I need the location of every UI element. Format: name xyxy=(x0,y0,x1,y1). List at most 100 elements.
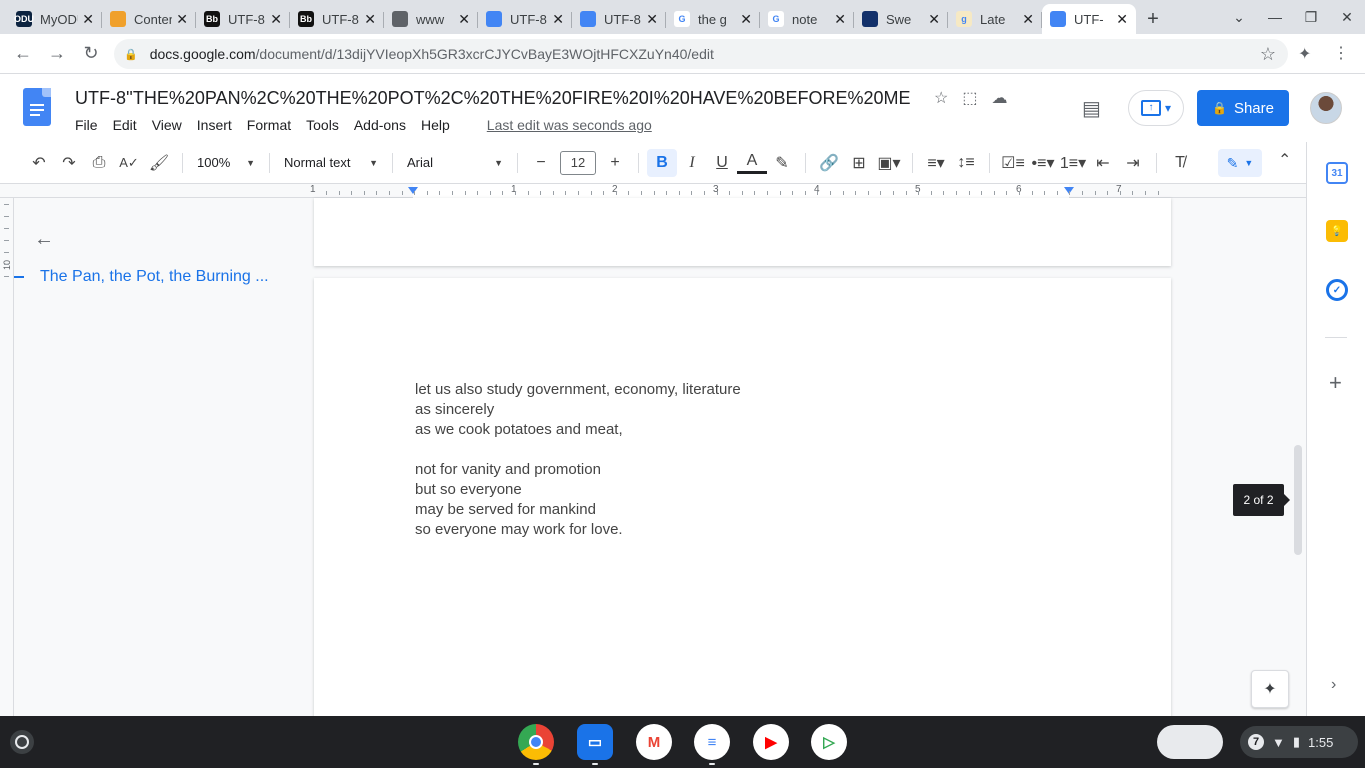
menu-format[interactable]: Format xyxy=(247,117,291,133)
new-tab-button[interactable]: + xyxy=(1136,4,1170,34)
tab-close-icon[interactable]: ✕ xyxy=(740,11,752,28)
outline-heading-item[interactable]: The Pan, the Pot, the Burning ... xyxy=(14,268,269,286)
avatar[interactable] xyxy=(1310,92,1342,124)
tab-close-icon[interactable]: ✕ xyxy=(458,11,470,28)
browser-tab[interactable]: Swe ✕ xyxy=(854,4,948,34)
zoom-select[interactable]: 100% ▼ xyxy=(191,149,261,177)
undo-icon[interactable]: ↶ xyxy=(24,149,54,177)
status-tray[interactable]: 7 ▼ ▮ 1:55 xyxy=(1240,726,1358,758)
horizontal-ruler[interactable]: 11234567 xyxy=(0,184,1306,198)
browser-tab[interactable]: Gthe g ✕ xyxy=(666,4,760,34)
tab-close-icon[interactable]: ✕ xyxy=(646,11,658,28)
launcher-icon[interactable] xyxy=(10,730,34,754)
left-indent-marker[interactable] xyxy=(408,187,418,194)
comment-history-icon[interactable]: ▤ xyxy=(1082,96,1101,121)
explore-button[interactable]: ✦ xyxy=(1251,670,1289,708)
menu-help[interactable]: Help xyxy=(421,117,450,133)
highlight-icon[interactable]: ✎ xyxy=(767,149,797,177)
bulleted-list-icon[interactable]: •≡▾ xyxy=(1028,149,1058,177)
underline-icon[interactable]: U xyxy=(707,149,737,177)
tab-close-icon[interactable]: ✕ xyxy=(552,11,564,28)
youtube-icon[interactable]: ▶ xyxy=(753,724,789,760)
spellcheck-icon[interactable]: A✓ xyxy=(114,149,144,177)
style-select[interactable]: Normal text ▼ xyxy=(278,149,384,177)
tab-close-icon[interactable]: ✕ xyxy=(270,11,282,28)
checklist-icon[interactable]: ☑≡ xyxy=(998,149,1028,177)
tab-close-icon[interactable]: ✕ xyxy=(928,11,940,28)
last-edit-link[interactable]: Last edit was seconds ago xyxy=(487,117,652,133)
document-line[interactable]: not for vanity and promotion xyxy=(415,460,741,480)
present-button[interactable]: ↑ ▾ xyxy=(1128,90,1184,126)
paint-format-icon[interactable]: 🖌 xyxy=(144,149,174,177)
calendar-icon[interactable]: 31 xyxy=(1326,162,1348,184)
minimize-button[interactable]: — xyxy=(1257,9,1293,25)
browser-tab[interactable]: www ✕ xyxy=(384,4,478,34)
browser-tab[interactable]: UTF- ✕ xyxy=(1042,4,1136,34)
menu-tools[interactable]: Tools xyxy=(306,117,339,133)
tab-close-icon[interactable]: ✕ xyxy=(364,11,376,28)
browser-tab[interactable]: Bb UTF-8 ✕ xyxy=(290,4,384,34)
tab-search-icon[interactable]: ⌄ xyxy=(1221,9,1257,26)
holding-space-thumbnail[interactable] xyxy=(1157,725,1223,759)
maximize-button[interactable]: ❐ xyxy=(1293,9,1329,26)
close-window-button[interactable]: ✕ xyxy=(1329,9,1365,26)
increase-font-size-icon[interactable]: + xyxy=(600,149,630,177)
menu-view[interactable]: View xyxy=(152,117,182,133)
menu-insert[interactable]: Insert xyxy=(197,117,232,133)
browser-tab[interactable]: g Late ✕ xyxy=(948,4,1042,34)
browser-tab[interactable]: ODU MyODU✕ xyxy=(8,4,102,34)
docs-logo-icon[interactable] xyxy=(23,88,51,126)
menu-file[interactable]: File xyxy=(75,117,98,133)
bookmark-star-icon[interactable]: ☆ xyxy=(1260,44,1276,65)
document-body[interactable]: let us also study government, economy, l… xyxy=(415,380,741,540)
menu-addons[interactable]: Add-ons xyxy=(354,117,406,133)
italic-icon[interactable]: I xyxy=(677,149,707,177)
decrease-indent-icon[interactable]: ⇤ xyxy=(1088,149,1118,177)
document-line[interactable]: may be served for mankind xyxy=(415,500,741,520)
font-size-input[interactable]: 12 xyxy=(560,150,596,175)
document-line[interactable]: but so everyone xyxy=(415,480,741,500)
move-folder-icon[interactable]: ⬚ xyxy=(962,88,977,108)
menu-edit[interactable]: Edit xyxy=(113,117,137,133)
files-icon[interactable]: ▭ xyxy=(577,724,613,760)
back-icon[interactable]: ← xyxy=(6,43,40,64)
lock-icon[interactable]: 🔒 xyxy=(124,48,138,61)
share-button[interactable]: 🔒 Share xyxy=(1197,90,1289,126)
browser-tab[interactable]: Content✕ xyxy=(102,4,196,34)
hide-menus-icon[interactable]: ⌃ xyxy=(1278,150,1291,170)
redo-icon[interactable]: ↷ xyxy=(54,149,84,177)
align-icon[interactable]: ≡▾ xyxy=(921,149,951,177)
font-select[interactable]: Arial ▼ xyxy=(401,149,509,177)
gmail-icon[interactable]: M xyxy=(636,724,672,760)
line-spacing-icon[interactable]: ↕≡ xyxy=(951,149,981,177)
forward-icon[interactable]: → xyxy=(40,43,74,64)
document-line[interactable]: so everyone may work for love. xyxy=(415,520,741,540)
bold-icon[interactable]: B xyxy=(647,148,677,177)
decrease-font-size-icon[interactable]: − xyxy=(526,149,556,177)
page-2[interactable]: let us also study government, economy, l… xyxy=(314,278,1171,738)
tab-close-icon[interactable]: ✕ xyxy=(1116,11,1128,28)
browser-tab[interactable]: UTF-8 ✕ xyxy=(572,4,666,34)
text-color-icon[interactable]: A xyxy=(737,152,767,174)
play-store-icon[interactable]: ▷ xyxy=(811,724,847,760)
show-side-panel-icon[interactable]: › xyxy=(1331,676,1336,694)
clear-formatting-icon[interactable]: T̸ xyxy=(1165,149,1195,177)
browser-menu-icon[interactable]: ⋮ xyxy=(1333,43,1349,63)
google-docs-icon[interactable]: ≡ xyxy=(694,724,730,760)
scrollbar[interactable] xyxy=(1294,445,1302,555)
tab-close-icon[interactable]: ✕ xyxy=(82,11,94,28)
tab-close-icon[interactable]: ✕ xyxy=(834,11,846,28)
editing-mode-button[interactable]: ✎ ▼ xyxy=(1218,149,1262,177)
url-input[interactable]: 🔒 docs.google.com/document/d/13dijYVIeop… xyxy=(114,39,1288,69)
tab-close-icon[interactable]: ✕ xyxy=(176,11,188,28)
cloud-status-icon[interactable]: ☁ xyxy=(991,88,1007,108)
document-line[interactable]: as we cook potatoes and meat, xyxy=(415,420,741,440)
document-line[interactable] xyxy=(415,440,741,460)
tab-close-icon[interactable]: ✕ xyxy=(1022,11,1034,28)
chrome-icon[interactable] xyxy=(518,724,554,760)
keep-icon[interactable]: 💡 xyxy=(1326,220,1348,242)
document-title[interactable]: UTF-8''THE%20PAN%2C%20THE%20POT%2C%20THE… xyxy=(75,88,911,109)
document-line[interactable]: let us also study government, economy, l… xyxy=(415,380,741,400)
increase-indent-icon[interactable]: ⇥ xyxy=(1118,149,1148,177)
extensions-icon[interactable]: ✦ xyxy=(1298,44,1311,64)
